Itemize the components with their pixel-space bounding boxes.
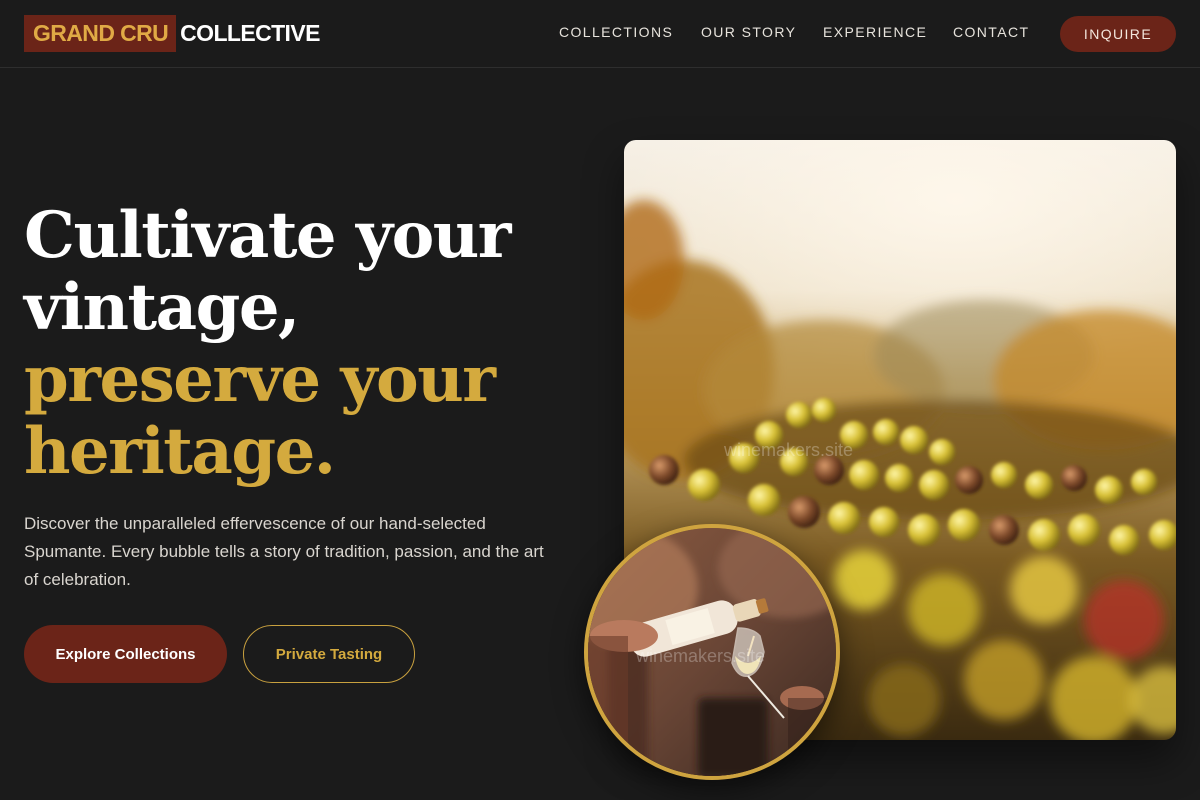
hero-description: Discover the unparalleled effervescence …: [24, 514, 544, 589]
inquire-button[interactable]: INQUIRE: [1060, 16, 1176, 52]
wine-pouring-image: winemakers.site: [584, 524, 840, 780]
headline-line-1: Cultivate your: [24, 198, 512, 273]
nav-link-our-story[interactable]: OUR STORY: [701, 24, 796, 40]
site-header: GRAND CRU COLLECTIVE COLLECTIONS OUR STO…: [0, 0, 1200, 68]
nav-link-collections[interactable]: COLLECTIONS: [559, 24, 673, 40]
wine-pouring-icon: [588, 528, 836, 776]
headline-line-4: heritage.: [24, 414, 336, 489]
nav-link-experience[interactable]: EXPERIENCE: [823, 24, 927, 40]
private-tasting-button[interactable]: Private Tasting: [243, 625, 415, 683]
brand-logo[interactable]: GRAND CRU COLLECTIVE: [24, 15, 320, 52]
hero-headline: Cultivate your vintage, preserve your he…: [24, 200, 584, 488]
headline-line-2: vintage,: [24, 270, 300, 345]
brand-logo-name: COLLECTIVE: [180, 20, 320, 46]
headline-line-3: preserve your: [24, 342, 496, 417]
nav-link-contact[interactable]: CONTACT: [953, 24, 1029, 40]
brand-logo-mark: GRAND CRU: [24, 15, 177, 52]
explore-collections-button[interactable]: Explore Collections: [24, 625, 227, 683]
